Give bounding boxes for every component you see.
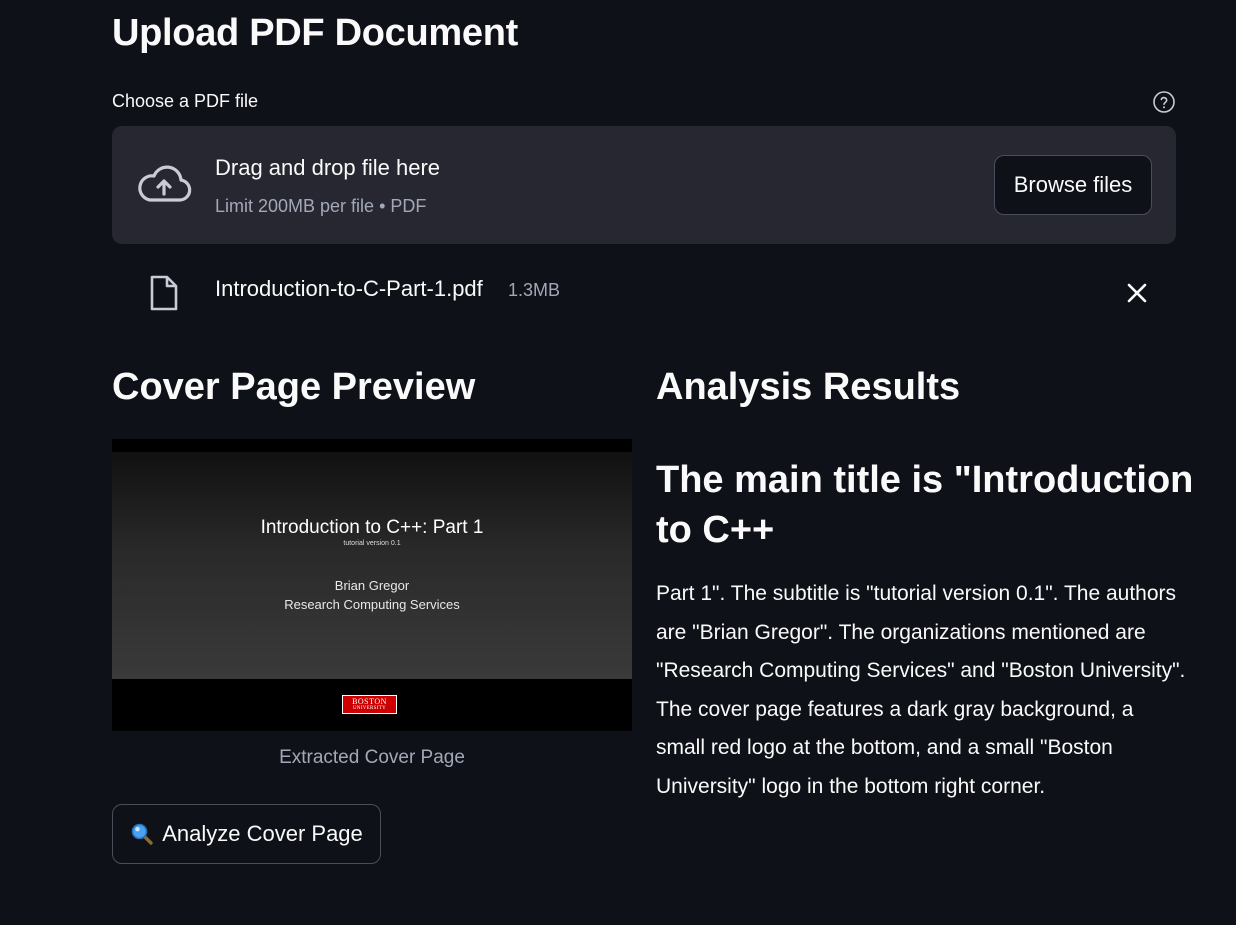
logo-line-1: BOSTON bbox=[352, 697, 387, 706]
cover-page-image: Introduction to C++: Part 1 tutorial ver… bbox=[112, 439, 632, 731]
dropzone-limit-text: Limit 200MB per file • PDF bbox=[215, 196, 427, 216]
help-circle-icon[interactable] bbox=[1152, 90, 1176, 114]
analysis-results-title: Analysis Results bbox=[656, 366, 961, 408]
file-dropzone[interactable]: Drag and drop file here Limit 200MB per … bbox=[112, 126, 1176, 244]
file-uploader-label: Choose a PDF file bbox=[112, 91, 259, 111]
image-caption: Extracted Cover Page bbox=[279, 747, 465, 768]
app-page: Upload PDF Document Choose a PDF file Dr… bbox=[0, 0, 1236, 925]
slide-organization: Research Computing Services bbox=[284, 597, 460, 612]
dropzone-instructions: Drag and drop file here bbox=[215, 155, 441, 180]
slide-title: Introduction to C++: Part 1 bbox=[260, 517, 484, 538]
uploaded-file-size: 1.3MB bbox=[508, 280, 561, 300]
file-icon bbox=[150, 275, 178, 311]
boston-university-logo: BOSTON UNIVERSITY bbox=[342, 695, 397, 714]
browse-files-button[interactable]: Browse files bbox=[994, 155, 1152, 215]
magnifying-glass-icon bbox=[131, 823, 153, 845]
slide-area: Introduction to C++: Part 1 tutorial ver… bbox=[112, 452, 632, 679]
uploaded-file-item: Introduction-to-C-Part-1.pdf 1.3MB bbox=[112, 266, 1176, 322]
result-heading: The main title is "Introduction to C++ bbox=[656, 459, 1194, 551]
close-icon[interactable] bbox=[1124, 280, 1150, 306]
logo-line-2: UNIVERSITY bbox=[353, 706, 386, 711]
uploaded-file-name: Introduction-to-C-Part-1.pdf bbox=[215, 276, 483, 301]
cloud-upload-icon bbox=[138, 165, 192, 202]
analyze-cover-button[interactable]: Analyze Cover Page bbox=[112, 804, 381, 864]
cover-preview-title: Cover Page Preview bbox=[112, 366, 476, 408]
slide-subtitle: tutorial version 0.1 bbox=[343, 540, 401, 547]
slide-author: Brian Gregor bbox=[334, 578, 410, 593]
result-body-text: Part 1". The subtitle is "tutorial versi… bbox=[656, 582, 1186, 798]
analyze-cover-button-label: Analyze Cover Page bbox=[162, 821, 363, 846]
upload-section-title: Upload PDF Document bbox=[112, 12, 518, 54]
